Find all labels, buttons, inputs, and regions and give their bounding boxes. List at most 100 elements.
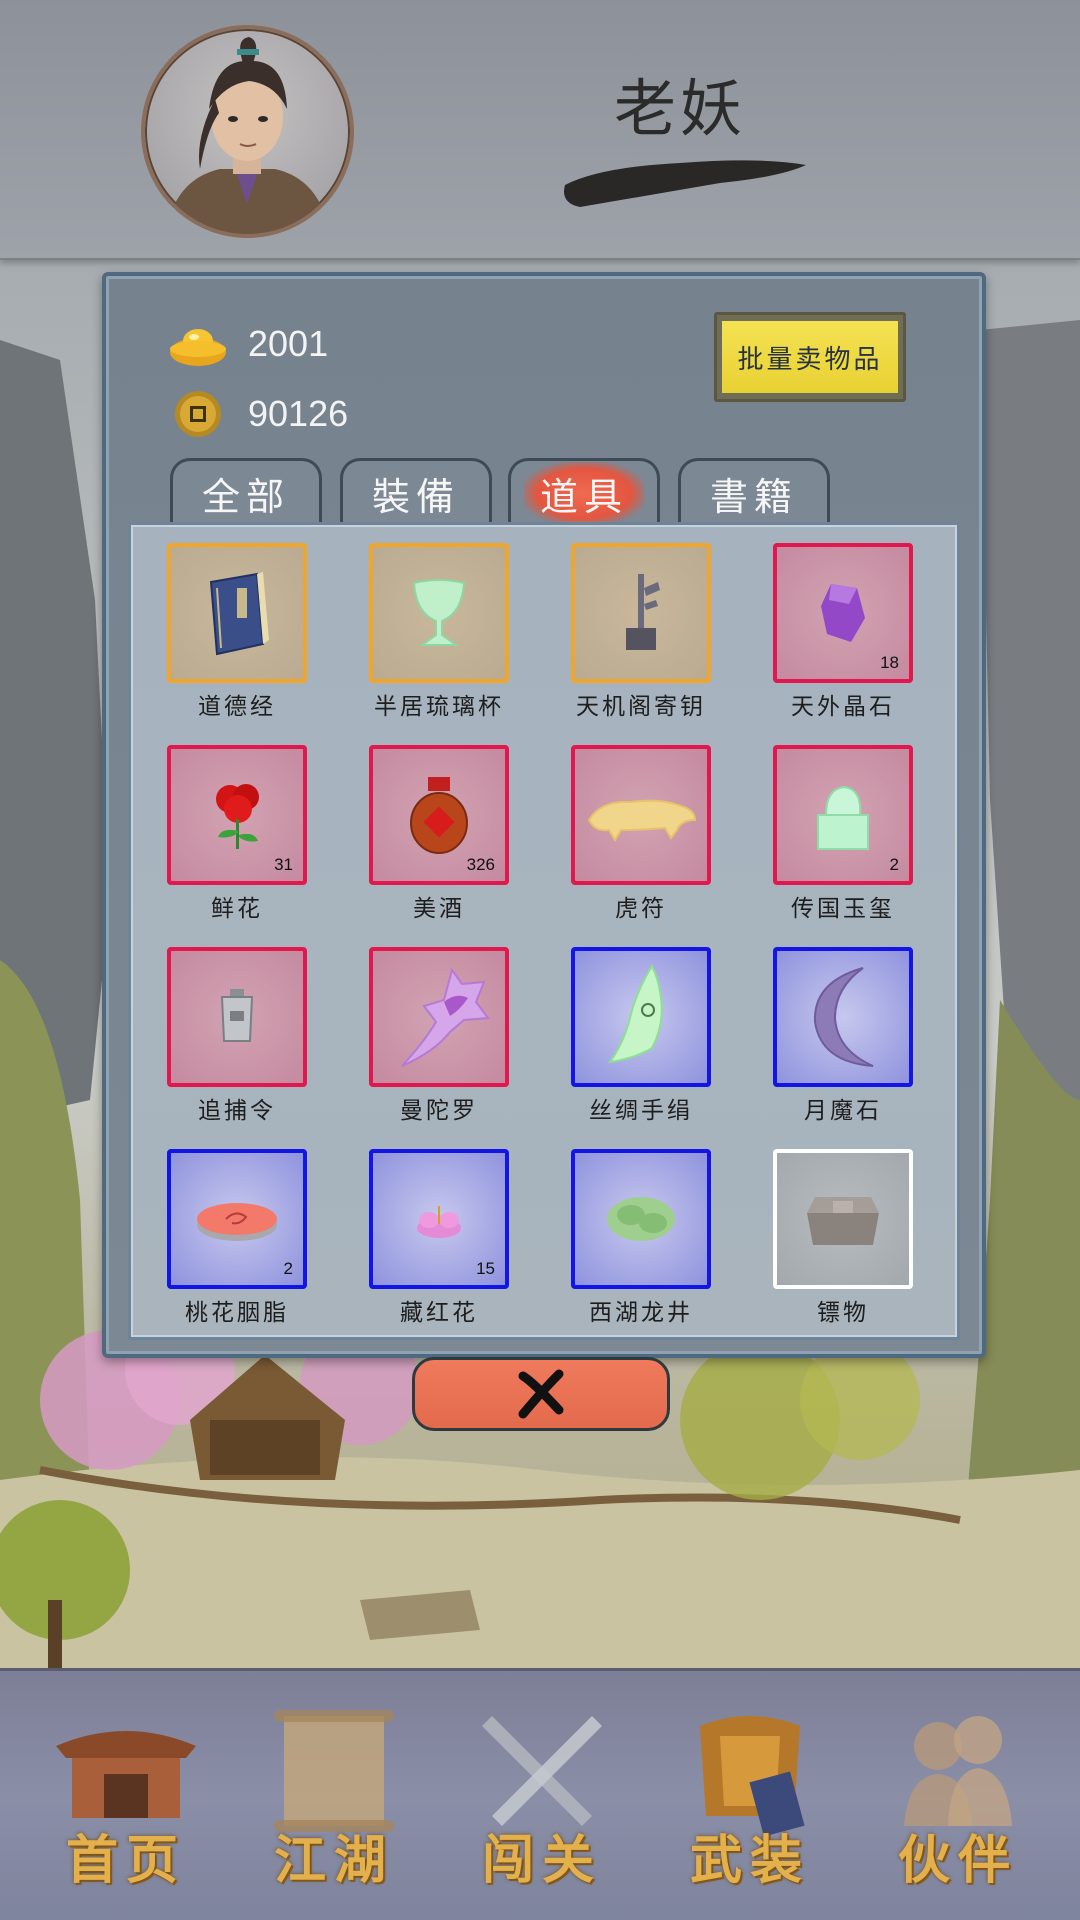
item-frame xyxy=(369,543,509,683)
nav-armament[interactable]: 武装 xyxy=(670,1696,830,1896)
close-icon xyxy=(518,1369,564,1419)
item-slot[interactable]: 丝绸手绢 xyxy=(571,947,711,1137)
item-name: 半居琉璃杯 xyxy=(374,694,504,720)
item-slot[interactable]: 道德经 xyxy=(167,543,307,733)
nav-home[interactable]: 首页 xyxy=(46,1696,206,1896)
silk-handkerchief-icon xyxy=(607,963,663,1064)
item-frame xyxy=(167,947,307,1087)
item-count: 2 xyxy=(889,855,899,874)
wine-jar-icon xyxy=(410,777,468,854)
item-frame xyxy=(773,947,913,1087)
item-frame xyxy=(571,745,711,885)
item-name: 美酒 xyxy=(413,896,465,922)
gold-ingot-row: 2001 xyxy=(168,314,328,374)
item-name: 追捕令 xyxy=(198,1098,276,1124)
item-frame xyxy=(571,1149,711,1289)
player-avatar[interactable] xyxy=(141,25,354,238)
key-icon xyxy=(626,574,660,650)
tab-books[interactable]: 書籍 xyxy=(678,458,830,525)
item-name: 天外晶石 xyxy=(791,694,895,720)
close-button[interactable] xyxy=(412,1357,670,1431)
item-slot[interactable]: 西湖龙井 xyxy=(571,1149,711,1339)
tab-all[interactable]: 全部 xyxy=(170,458,322,525)
game-screen: 老妖 2001 90126 批量卖物品 全部 裝備 道具 書籍 道德经 半居琉璃… xyxy=(0,0,1080,1920)
copper-coin-row: 90126 xyxy=(168,384,348,444)
item-slot[interactable]: 月魔石 xyxy=(773,947,913,1137)
item-slot[interactable]: 曼陀罗 xyxy=(369,947,509,1137)
gold-ingot-icon xyxy=(170,329,226,366)
item-slot[interactable]: 326 美酒 xyxy=(369,745,509,935)
item-frame xyxy=(167,543,307,683)
item-name: 镖物 xyxy=(817,1300,869,1326)
rouge-icon xyxy=(197,1203,277,1241)
inventory-panel: 2001 90126 批量卖物品 全部 裝備 道具 書籍 道德经 半居琉璃杯 天… xyxy=(102,272,986,1358)
tab-items-label: 道具 xyxy=(523,461,644,525)
item-name: 传国玉玺 xyxy=(791,896,895,922)
cargo-box-icon xyxy=(807,1197,879,1245)
item-name: 西湖龙井 xyxy=(589,1300,693,1326)
item-count: 2 xyxy=(283,1259,293,1278)
item-frame xyxy=(369,947,509,1087)
tab-items[interactable]: 道具 xyxy=(508,458,660,525)
item-frame xyxy=(571,543,711,683)
item-slot[interactable]: 镖物 xyxy=(773,1149,913,1339)
item-name: 丝绸手绢 xyxy=(589,1098,693,1124)
item-slot[interactable]: 2 传国玉玺 xyxy=(773,745,913,935)
ink-brush-stroke xyxy=(564,160,806,207)
swordsman-portrait-icon xyxy=(165,37,330,234)
saffron-icon xyxy=(417,1206,461,1238)
tab-equipment[interactable]: 裝備 xyxy=(340,458,492,525)
bulk-sell-button[interactable]: 批量卖物品 xyxy=(714,312,906,402)
item-slot[interactable]: 追捕令 xyxy=(167,947,307,1137)
item-slot[interactable]: 天机阁寄钥 xyxy=(571,543,711,733)
tab-books-label: 書籍 xyxy=(709,474,798,519)
datura-flower-icon xyxy=(401,967,490,1067)
item-name: 曼陀罗 xyxy=(400,1098,478,1124)
rose-icon xyxy=(216,784,259,849)
player-name: 老妖 xyxy=(613,72,746,145)
tea-leaves-icon xyxy=(607,1197,675,1241)
copper-coin-amount: 90126 xyxy=(248,393,349,434)
item-name: 桃花胭脂 xyxy=(185,1300,289,1326)
tab-all-label: 全部 xyxy=(201,474,290,519)
item-slot[interactable]: 虎符 xyxy=(571,745,711,935)
bottom-navigation: 首页 江湖 闯关 武装 伙伴 xyxy=(0,1668,1080,1920)
token-icon xyxy=(220,989,254,1042)
item-name: 藏红花 xyxy=(400,1300,478,1326)
item-grid: 道德经 半居琉璃杯 天机阁寄钥 18 天外晶石 31 鲜花 326 美酒 虎符 … xyxy=(128,522,960,1340)
item-slot[interactable]: 半居琉璃杯 xyxy=(369,543,509,733)
item-name: 虎符 xyxy=(615,896,667,922)
tiger-tally-icon xyxy=(587,799,697,842)
gold-ingot-amount: 2001 xyxy=(248,323,329,364)
nav-challenge-label: 闯关 xyxy=(481,1830,602,1891)
cup-icon xyxy=(412,579,466,646)
nav-armament-label: 武装 xyxy=(689,1830,810,1891)
item-frame xyxy=(773,1149,913,1289)
copper-coin-icon xyxy=(175,391,221,437)
item-slot[interactable]: 2 桃花胭脂 xyxy=(167,1149,307,1339)
nav-companions[interactable]: 伙伴 xyxy=(878,1696,1038,1896)
nav-jianghu[interactable]: 江湖 xyxy=(254,1696,414,1896)
item-name: 月魔石 xyxy=(804,1098,882,1124)
item-frame xyxy=(571,947,711,1087)
item-name: 天机阁寄钥 xyxy=(576,694,706,720)
item-name: 鲜花 xyxy=(211,896,263,922)
item-slot[interactable]: 18 天外晶石 xyxy=(773,543,913,733)
item-count: 18 xyxy=(880,653,899,672)
crystal-icon xyxy=(821,584,865,642)
nav-home-label: 首页 xyxy=(65,1830,186,1891)
item-slot[interactable]: 15 藏红花 xyxy=(369,1149,509,1339)
tab-equipment-label: 裝備 xyxy=(371,474,460,519)
item-count: 31 xyxy=(274,855,293,874)
item-name: 道德经 xyxy=(198,694,276,720)
nav-jianghu-label: 江湖 xyxy=(273,1830,394,1891)
book-icon xyxy=(209,572,269,656)
item-count: 326 xyxy=(466,855,495,874)
moon-stone-icon xyxy=(813,967,874,1067)
bulk-sell-label: 批量卖物品 xyxy=(722,321,898,393)
jade-seal-icon xyxy=(817,785,869,850)
item-count: 15 xyxy=(476,1259,495,1278)
nav-companions-label: 伙伴 xyxy=(897,1830,1018,1891)
item-slot[interactable]: 31 鲜花 xyxy=(167,745,307,935)
nav-challenge[interactable]: 闯关 xyxy=(462,1696,622,1896)
